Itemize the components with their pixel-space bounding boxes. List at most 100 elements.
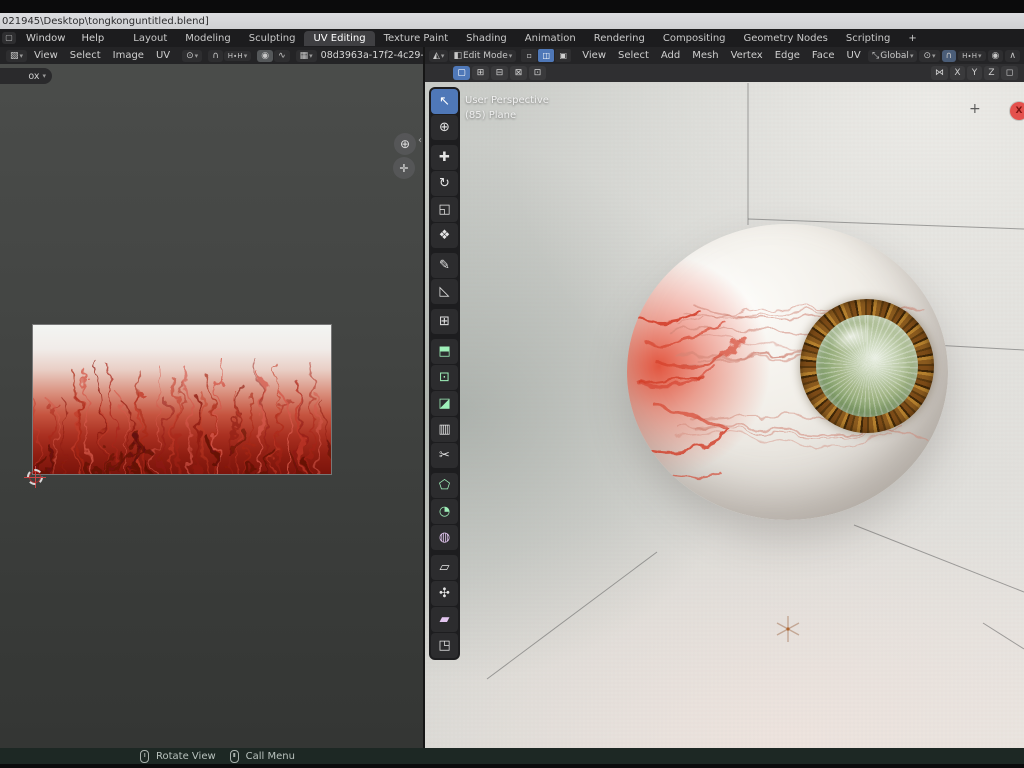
workspace-tab[interactable]: Animation xyxy=(516,31,585,46)
viewport-3d[interactable]: ◭▾ ◧ Edit Mode▾ ▫◫▣ ViewSelectAddMeshVer… xyxy=(425,47,1024,748)
viewport-header: ◭▾ ◧ Edit Mode▾ ▫◫▣ ViewSelectAddMeshVer… xyxy=(425,47,1024,64)
uv-tool-dropdown[interactable]: ox▾ xyxy=(0,68,52,84)
uv-pan-button[interactable]: ✛ xyxy=(393,157,415,179)
select-invert[interactable]: ⊠ xyxy=(510,66,527,80)
workspace-tab[interactable]: Texture Paint xyxy=(375,31,458,46)
mirror-axis-button[interactable]: X xyxy=(950,66,965,80)
rip-region[interactable]: ◳ xyxy=(431,633,458,658)
annotate[interactable]: ✎ xyxy=(431,253,458,278)
viewport-menu[interactable]: Add xyxy=(655,49,686,62)
workspace-tab[interactable]: Rendering xyxy=(585,31,654,46)
topbar-menu[interactable]: Window xyxy=(18,31,73,46)
workspace-tab[interactable]: Modeling xyxy=(176,31,240,46)
uv-snap-with-button[interactable]: H∙H▾ xyxy=(224,51,251,61)
monitor-bezel-bottom xyxy=(0,764,1024,768)
eyeball-lens xyxy=(816,315,918,417)
viewport-menu[interactable]: UV xyxy=(841,49,867,62)
vertex-select[interactable]: ▫ xyxy=(521,49,537,62)
navigation-gizmo-x-axis[interactable]: X xyxy=(1010,102,1024,120)
topbar-menu[interactable]: Help xyxy=(73,31,112,46)
workspace-tab[interactable]: Scripting xyxy=(837,31,899,46)
workspace: ▧▾ ViewSelectImageUV ⊙▾ ∩ H∙H▾ ◉ ∿ ▦▾ 08… xyxy=(0,47,1024,748)
uv-editor-menu[interactable]: View xyxy=(28,49,64,62)
window-title: 021945\Desktop\tongkonguntitled.blend] xyxy=(2,16,209,27)
call-menu-hint: Call Menu xyxy=(230,750,295,763)
uv-falloff-button[interactable]: ∿ xyxy=(274,50,290,62)
shear[interactable]: ▰ xyxy=(431,607,458,632)
bevel[interactable]: ◪ xyxy=(431,391,458,416)
rotate[interactable]: ↻ xyxy=(431,171,458,196)
edge-slide[interactable]: ▱ xyxy=(431,555,458,580)
image-name: 08d3963a-17f2-4c29-b445-b xyxy=(321,50,425,61)
uv-snap-toggle[interactable]: ∩ xyxy=(208,50,223,62)
poly-build[interactable]: ⬠ xyxy=(431,473,458,498)
vp-proportional-toggle[interactable]: ◉ xyxy=(988,50,1004,62)
uv-2d-cursor[interactable] xyxy=(27,469,43,485)
mouse-icon xyxy=(230,750,239,763)
viewport-menu[interactable]: View xyxy=(576,49,612,62)
mode-dropdown[interactable]: ◧ Edit Mode▾ xyxy=(449,50,516,62)
viewport-menu[interactable]: Select xyxy=(612,49,655,62)
move[interactable]: ✚ xyxy=(431,145,458,170)
vp-snap-toggle[interactable]: ∩ xyxy=(942,50,957,62)
loop-cut[interactable]: ▥ xyxy=(431,417,458,442)
vein-texture-image[interactable] xyxy=(33,325,331,474)
vp-snap-with-button[interactable]: H∙H▾ xyxy=(958,51,985,61)
empty-axes-object[interactable] xyxy=(774,615,802,643)
face-select[interactable]: ▣ xyxy=(555,49,571,62)
extrude-region[interactable]: ⬒ xyxy=(431,339,458,364)
select-set[interactable]: ▢ xyxy=(453,66,470,80)
magnet-icon: ∩ xyxy=(946,51,953,61)
shrink-fatten[interactable]: ✣ xyxy=(431,581,458,606)
select-mode-buttons: ▫◫▣ xyxy=(521,49,571,62)
pivot-icon: ⊙ xyxy=(186,51,194,61)
uv-proportional-toggle[interactable]: ◉ xyxy=(257,50,273,62)
workspace-tab[interactable]: Shading xyxy=(457,31,516,46)
select-box[interactable]: ↖ xyxy=(431,89,458,114)
viewport-menu[interactable]: Mesh xyxy=(686,49,724,62)
vp-falloff-button[interactable]: ∧ xyxy=(1005,50,1020,62)
rotate-view-hint: Rotate View xyxy=(140,750,216,763)
viewport-menu[interactable]: Edge xyxy=(769,49,806,62)
edge-select[interactable]: ◫ xyxy=(538,49,554,62)
viewport-menu[interactable]: Face xyxy=(806,49,841,62)
spin[interactable]: ◔ xyxy=(431,499,458,524)
uv-editor-menu[interactable]: Select xyxy=(64,49,107,62)
smooth[interactable]: ◍ xyxy=(431,525,458,550)
workspace-tab[interactable]: Geometry Nodes xyxy=(735,31,837,46)
select-intersect[interactable]: ⊡ xyxy=(529,66,546,80)
proportional-editing-icon: ◉ xyxy=(992,51,1000,61)
add-cube[interactable]: ⊞ xyxy=(431,309,458,334)
cursor[interactable]: ⊕ xyxy=(431,115,458,140)
app-menu-icon[interactable]: ▢ xyxy=(2,32,16,44)
workspace-tab[interactable]: UV Editing xyxy=(304,31,374,46)
topbar-menus: WindowHelp xyxy=(18,33,112,44)
uv-sidebar-arrow[interactable]: ‹ xyxy=(418,135,422,146)
viewport-editor-type-button[interactable]: ◭▾ xyxy=(429,50,448,62)
uv-zoom-button[interactable]: ⊕ xyxy=(394,133,416,155)
workspace-tab[interactable]: + xyxy=(899,31,925,46)
select-subtract[interactable]: ⊟ xyxy=(491,66,508,80)
inset-faces[interactable]: ⊡ xyxy=(431,365,458,390)
workspace-tab[interactable]: Compositing xyxy=(654,31,735,46)
image-browse-button[interactable]: ▦▾ xyxy=(296,50,317,62)
measure[interactable]: ◺ xyxy=(431,279,458,304)
scale[interactable]: ◱ xyxy=(431,197,458,222)
magnifier-icon: ⊕ xyxy=(400,137,410,151)
workspace-tab[interactable]: Sculpting xyxy=(240,31,305,46)
select-extend[interactable]: ⊞ xyxy=(472,66,489,80)
uv-editor-menu[interactable]: Image xyxy=(107,49,150,62)
eyeball-model[interactable] xyxy=(627,224,948,520)
knife[interactable]: ✂ xyxy=(431,443,458,468)
transform[interactable]: ❖ xyxy=(431,223,458,248)
workspace-tab[interactable]: Layout xyxy=(124,31,176,46)
vp-pivot-button[interactable]: ⊙▾ xyxy=(919,50,939,62)
uv-pivot-button[interactable]: ⊙▾ xyxy=(182,50,202,62)
mirror-axis-button[interactable]: Z xyxy=(984,66,999,80)
transform-orientation-dropdown[interactable]: ⤡ Global▾ xyxy=(868,50,917,62)
uv-editor-type-button[interactable]: ▧▾ xyxy=(6,50,27,62)
uv-editor-menu[interactable]: UV xyxy=(150,49,176,62)
mirror-axis-button[interactable]: Y xyxy=(967,66,982,80)
snap-extra-icon[interactable]: ◻ xyxy=(1001,66,1018,80)
viewport-menu[interactable]: Vertex xyxy=(725,49,769,62)
